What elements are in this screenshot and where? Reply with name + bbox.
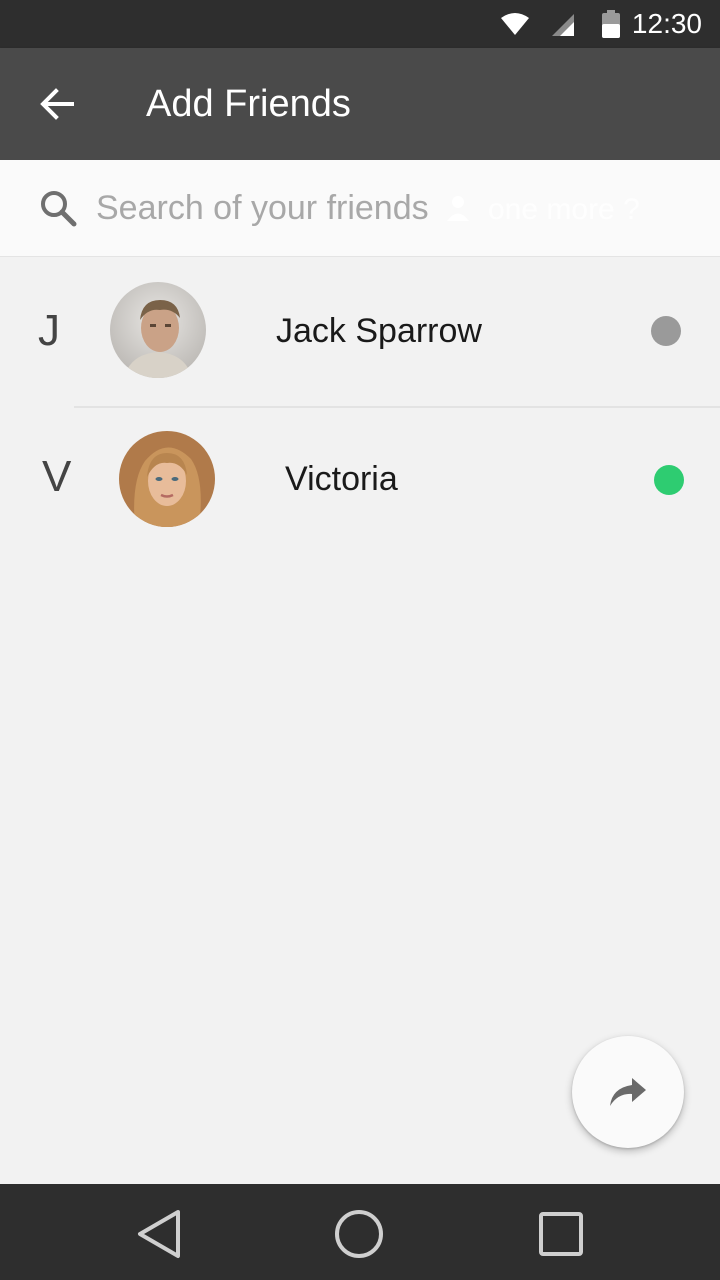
status-indicator-offline bbox=[651, 316, 681, 346]
clock: 12:30 bbox=[631, 8, 702, 39]
search-bar: one more ? bbox=[0, 160, 720, 257]
nav-home-icon[interactable] bbox=[329, 1204, 389, 1264]
arrow-left-icon[interactable] bbox=[36, 82, 80, 126]
search-icon bbox=[38, 188, 78, 233]
section-letter: V bbox=[42, 452, 72, 501]
page-title: Add Friends bbox=[146, 83, 351, 125]
status-bar: 12:30 bbox=[0, 0, 720, 48]
add-friends-screen: 12:30 Add Friends one more ? bbox=[0, 0, 720, 1280]
list-item[interactable]: V Victoria bbox=[0, 408, 720, 556]
section-letter: J bbox=[38, 306, 60, 355]
list-item[interactable]: J Jack Sparrow bbox=[0, 258, 720, 406]
wifi-icon bbox=[500, 12, 530, 41]
share-button[interactable] bbox=[572, 1036, 684, 1148]
nav-back-icon[interactable] bbox=[130, 1204, 190, 1264]
nav-recents-icon[interactable] bbox=[531, 1204, 591, 1264]
system-nav-bar bbox=[0, 1184, 720, 1280]
cell-signal-icon bbox=[550, 12, 576, 43]
avatar bbox=[119, 431, 215, 527]
app-bar: Add Friends bbox=[0, 48, 720, 160]
friend-name: Victoria bbox=[285, 460, 398, 498]
status-indicator-online bbox=[654, 465, 684, 495]
avatar bbox=[110, 282, 206, 378]
share-arrow-icon bbox=[608, 1074, 648, 1115]
person-add-icon bbox=[446, 194, 470, 227]
battery-icon bbox=[602, 10, 620, 43]
search-hint-text: one more ? bbox=[488, 193, 640, 226]
search-hint: one more ? bbox=[446, 190, 640, 230]
friend-name: Jack Sparrow bbox=[276, 312, 482, 350]
